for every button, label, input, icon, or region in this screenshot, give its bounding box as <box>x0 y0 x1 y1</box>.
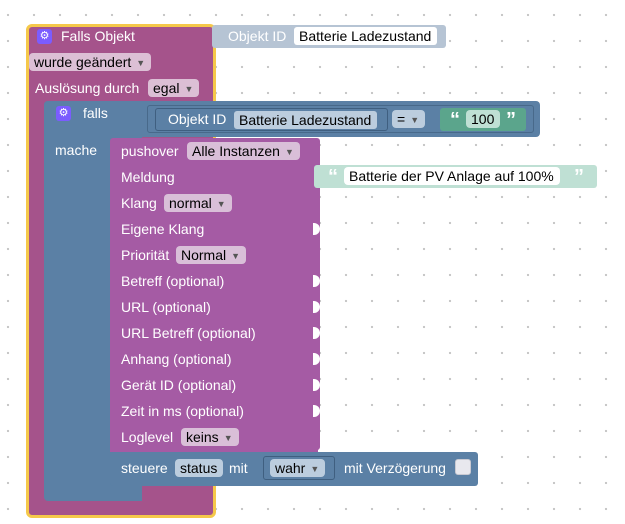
priority-label: Priorität <box>121 247 170 263</box>
sound-label: Klang <box>121 195 157 211</box>
gear-icon[interactable]: ⚙ <box>56 106 71 121</box>
trigger-by-label: Auslösung durch <box>35 80 140 96</box>
time-label: Zeit in ms (optional) <box>121 403 244 419</box>
compare-value-field[interactable]: 100 <box>466 110 501 128</box>
changed-dropdown[interactable]: wurde geändert ▼ <box>29 53 152 71</box>
control-label: steuere <box>121 460 168 476</box>
priority-dropdown-value: Normal <box>181 247 227 263</box>
with-label: mit <box>229 460 248 476</box>
sound-dropdown-value: normal <box>169 195 212 211</box>
attachment-label: Anhang (optional) <box>121 351 232 367</box>
loglevel-dropdown[interactable]: keins ▼ <box>181 428 239 446</box>
chevron-down-icon: ▼ <box>284 147 294 157</box>
if-label: falls <box>83 105 108 121</box>
trigger-object-block[interactable]: Objekt ID Batterie Ladezustand <box>212 25 446 48</box>
compare-object-field[interactable]: Batterie Ladezustand <box>234 111 378 129</box>
bool-dropdown-value: wahr <box>275 460 306 476</box>
chevron-down-icon: ▼ <box>410 115 420 125</box>
bool-dropdown[interactable]: wahr ▼ <box>270 459 326 477</box>
sound-dropdown[interactable]: normal ▼ <box>164 194 232 212</box>
trigger-by-dropdown[interactable]: egal ▼ <box>148 79 200 97</box>
message-string-block[interactable]: “ Batterie der PV Anlage auf 100% ” <box>314 165 597 188</box>
instance-dropdown[interactable]: Alle Instanzen ▼ <box>187 142 300 160</box>
delay-checkbox[interactable] <box>455 459 471 475</box>
loglevel-label: Loglevel <box>121 429 174 445</box>
chevron-down-icon: ▼ <box>216 199 226 209</box>
pushover-title: pushover <box>121 143 179 159</box>
quote-open-icon: “ <box>450 109 460 131</box>
instance-dropdown-value: Alle Instanzen <box>192 143 280 159</box>
subject-label: Betreff (optional) <box>121 273 225 289</box>
trigger-object-field[interactable]: Batterie Ladezustand <box>294 27 438 45</box>
chevron-down-icon: ▼ <box>310 464 320 474</box>
gear-icon[interactable]: ⚙ <box>37 29 52 44</box>
chevron-down-icon: ▼ <box>231 251 241 261</box>
device-label: Gerät ID (optional) <box>121 377 237 393</box>
custom-sound-label: Eigene Klang <box>121 221 205 237</box>
message-text-field[interactable]: Batterie der PV Anlage auf 100% <box>344 167 560 185</box>
operator-dropdown[interactable]: = ▼ <box>392 110 426 128</box>
quote-close-icon: ” <box>506 109 516 131</box>
priority-dropdown[interactable]: Normal ▼ <box>176 246 247 264</box>
loglevel-dropdown-value: keins <box>186 429 219 445</box>
changed-dropdown-value: wurde geändert <box>34 54 132 70</box>
operator-dropdown-value: = <box>397 111 406 127</box>
chevron-down-icon: ▼ <box>184 84 194 94</box>
trigger-by-dropdown-value: egal <box>153 80 180 96</box>
if-block-bottom <box>110 486 142 501</box>
delay-label: mit Verzögerung <box>344 460 446 476</box>
compare-string-block[interactable]: “ 100 ” <box>440 108 526 131</box>
do-label: mache <box>55 142 98 158</box>
trigger-title: Falls Objekt <box>61 28 135 44</box>
quote-open-icon: “ <box>328 166 338 188</box>
quote-close-icon: ” <box>574 166 584 188</box>
object-id-label: Objekt ID <box>228 28 287 44</box>
message-label: Meldung <box>121 169 175 185</box>
url-label: URL (optional) <box>121 299 211 315</box>
chevron-down-icon: ▼ <box>136 58 146 68</box>
compare-object-label: Objekt ID <box>168 111 227 127</box>
state-field[interactable]: status <box>175 459 224 477</box>
chevron-down-icon: ▼ <box>223 433 233 443</box>
url-title-label: URL Betreff (optional) <box>121 325 256 341</box>
compare-object-block[interactable]: Objekt ID Batterie Ladezustand <box>155 108 388 131</box>
